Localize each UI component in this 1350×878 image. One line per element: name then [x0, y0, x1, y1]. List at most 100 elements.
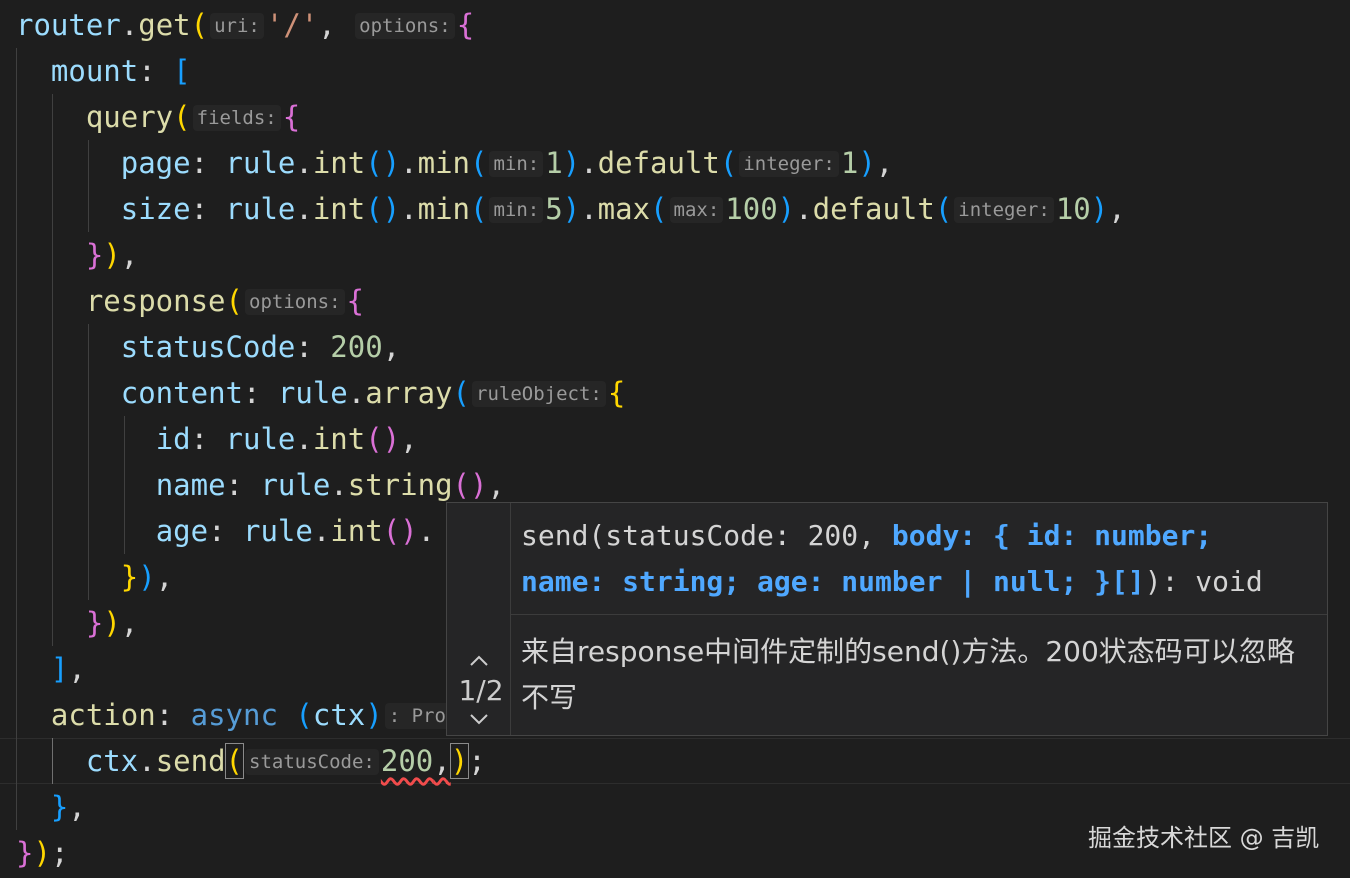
- code-line-10[interactable]: id: rule.int(),: [16, 416, 418, 462]
- token-int: int: [312, 422, 366, 456]
- code-editor[interactable]: router.get(uri: '/', options:{ mount: [ q…: [0, 0, 1350, 878]
- inlay-hint-fields: fields:: [192, 105, 281, 131]
- token-array: array: [365, 376, 453, 410]
- signature-prefix: send(statusCode: 200,: [521, 519, 892, 552]
- token-dot: .: [295, 422, 313, 456]
- token-paren: ): [138, 560, 156, 594]
- code-line-3[interactable]: query(fields:{: [16, 94, 300, 140]
- token-brace: }: [16, 836, 34, 870]
- inlay-hint-integer: integer:: [739, 151, 839, 177]
- token-dot: .: [120, 8, 139, 42]
- token-parens: (): [365, 146, 401, 180]
- token-comma: ,: [487, 468, 505, 502]
- token-ctx: ctx: [312, 698, 366, 732]
- token-async: async: [190, 698, 278, 732]
- signature-suffix: ): void: [1144, 565, 1263, 598]
- token-dot: .: [400, 146, 418, 180]
- token-rule: rule: [225, 146, 296, 180]
- token-semicolon: ;: [50, 836, 69, 870]
- token-dot: .: [580, 192, 598, 226]
- token-min: min: [417, 192, 471, 226]
- matching-paren-close: ): [449, 743, 470, 779]
- inlay-hint-max: max:: [669, 197, 724, 223]
- token-comma: ,: [382, 330, 401, 364]
- code-line-19[interactable]: });: [16, 830, 68, 876]
- token-comma: ,: [68, 790, 86, 824]
- signature-line-2: name: string; age: number | null; }[]): …: [521, 559, 1263, 605]
- code-line-14[interactable]: }),: [16, 600, 138, 646]
- token-parens: (): [365, 422, 401, 456]
- token-comma: ,: [318, 8, 354, 42]
- code-line-15[interactable]: ],: [16, 646, 86, 692]
- token-colon: :: [295, 330, 331, 364]
- code-line-12[interactable]: age: rule.int().: [16, 508, 435, 554]
- token-colon: :: [225, 468, 261, 502]
- code-line-6[interactable]: }),: [16, 232, 138, 278]
- code-line-16[interactable]: action: async (ctx): Pro: [16, 692, 452, 738]
- token-rule: rule: [225, 422, 296, 456]
- token-age: age: [155, 514, 209, 548]
- token-action: action: [50, 698, 156, 732]
- token-parens: (): [452, 468, 488, 502]
- code-line-11[interactable]: name: rule.string(),: [16, 462, 505, 508]
- token-dot: .: [295, 192, 313, 226]
- token-id: id: [155, 422, 191, 456]
- code-line-7[interactable]: response(options:{: [16, 278, 364, 324]
- token-paren: ): [562, 146, 581, 180]
- token-dot: .: [795, 192, 813, 226]
- token-mount: mount: [50, 54, 139, 88]
- code-line-1[interactable]: router.get(uri: '/', options:{: [16, 2, 474, 48]
- token-comma: ,: [400, 422, 418, 456]
- token-dot: .: [330, 468, 348, 502]
- token-brace: {: [607, 376, 626, 410]
- inlay-hint-uri: uri:: [210, 13, 264, 39]
- chevron-down-icon[interactable]: [467, 709, 491, 729]
- token-colon: :: [138, 54, 174, 88]
- token-rule: rule: [243, 514, 313, 548]
- signature-line-1: send(statusCode: 200, body: { id: number…: [521, 513, 1212, 559]
- token-colon: :: [242, 376, 278, 410]
- code-line-5[interactable]: size: rule.int().min(min: 5).max(max: 100)…: [16, 186, 1126, 232]
- code-line-13[interactable]: }),: [16, 554, 173, 600]
- inlay-hint-options: options:: [355, 13, 455, 39]
- code-line-9[interactable]: content: rule.array(ruleObject:{: [16, 370, 626, 416]
- token-paren: (: [190, 8, 209, 42]
- token-colon: :: [155, 698, 191, 732]
- code-line-4[interactable]: page: rule.int().min(min: 1).default(inte…: [16, 140, 894, 186]
- token-number: 100: [725, 192, 778, 226]
- inlay-hint-min: min:: [489, 151, 544, 177]
- code-line-8[interactable]: statusCode: 200,: [16, 324, 400, 370]
- token-number: 1: [840, 146, 859, 180]
- token-brace: }: [85, 606, 104, 640]
- token-paren: (: [452, 376, 470, 410]
- token-min: min: [417, 146, 471, 180]
- token-number: 1: [545, 146, 563, 180]
- token-colon: :: [190, 146, 226, 180]
- token-paren: (: [470, 192, 488, 226]
- code-line-18[interactable]: },: [16, 784, 86, 830]
- signature-overload-nav: 1/2: [447, 503, 511, 735]
- error-squiggle-number[interactable]: 200: [381, 744, 433, 778]
- token-dot: .: [400, 192, 418, 226]
- code-line-2[interactable]: mount: [: [16, 48, 191, 94]
- chevron-up-icon[interactable]: [467, 651, 491, 671]
- token-response: response: [85, 284, 226, 318]
- token-comma: ,: [155, 560, 174, 594]
- token-comma: ,: [120, 238, 139, 272]
- inlay-hint-integer: integer:: [954, 197, 1054, 223]
- token-get: get: [138, 8, 191, 42]
- token-paren: ): [1090, 192, 1109, 226]
- token-parens: (): [365, 192, 401, 226]
- code-line-17[interactable]: ctx.send(statusCode: 200,);: [16, 738, 486, 784]
- token-statusCode: statusCode: [120, 330, 296, 364]
- token-brace: }: [85, 238, 104, 272]
- token-int: int: [312, 146, 366, 180]
- token-paren: ): [858, 146, 876, 180]
- token-brace: {: [282, 100, 301, 134]
- token-bracket: ]: [50, 652, 69, 686]
- matching-paren-open: (: [224, 743, 245, 779]
- token-ctx: ctx: [85, 744, 139, 778]
- token-comma: ,: [1108, 192, 1126, 226]
- token-default: default: [597, 146, 720, 180]
